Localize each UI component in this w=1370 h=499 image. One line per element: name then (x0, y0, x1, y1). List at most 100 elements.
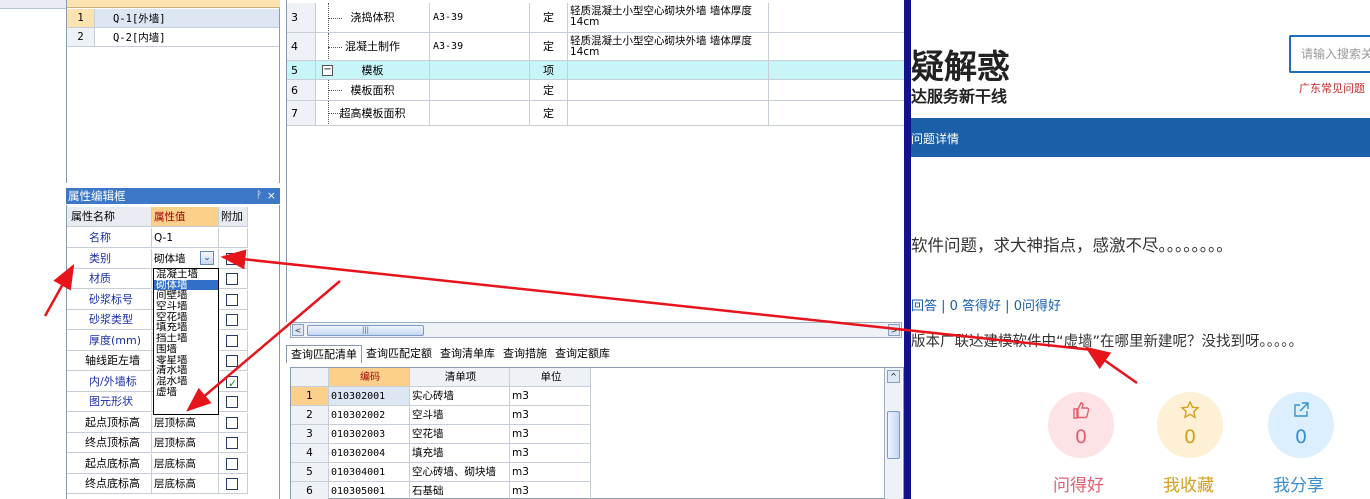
category-dropdown-list[interactable]: 混凝土墙 砌体墙 间壁墙 空斗墙 空花墙 填充墙 挡土墙 围墙 零星墙 清水墙 混水墙 虚墙 (153, 268, 219, 415)
favorite-label[interactable]: 我收藏 (1163, 471, 1214, 496)
property-row[interactable]: 类别 砌体墙 (67, 248, 248, 269)
extra-checkbox[interactable] (226, 478, 238, 490)
quota-row-name-cell: 混凝土制作 (316, 33, 430, 61)
extra-checkbox[interactable] (226, 252, 238, 265)
extra-checkbox[interactable] (226, 355, 238, 367)
property-name: 厚度(mm) (67, 330, 152, 351)
question-stats[interactable]: 回答 | 0 答得好 | 0问得好 (911, 295, 1061, 314)
dropdown-option[interactable]: 清水墙 (154, 365, 218, 376)
bill-row-item: 填充墙 (410, 444, 510, 463)
bill-row[interactable]: 6 010305001 石基础 m3 (291, 482, 591, 499)
tab-match-quota[interactable]: 查询匹配定额 (362, 345, 436, 363)
extra-checkbox[interactable] (226, 293, 238, 306)
collapse-icon[interactable]: − (322, 65, 333, 76)
header-item: 清单项 (410, 368, 510, 387)
nav-item-question-detail[interactable]: 问题详情 (911, 130, 959, 147)
header-property-name: 属性名称 (67, 207, 152, 227)
dropdown-option[interactable]: 混水墙 (154, 376, 218, 387)
component-row[interactable]: 1 Q-1[外墙] (67, 9, 279, 28)
component-row[interactable]: 2 Q-2[内墙] (67, 28, 279, 47)
bill-row[interactable]: 3 010302003 空花墙 m3 (291, 425, 591, 444)
chevron-down-icon[interactable]: ⌄ (200, 251, 214, 265)
bill-row-unit: m3 (510, 463, 591, 482)
quota-row-code: A3-39 (430, 33, 530, 61)
dropdown-option[interactable]: 砌体墙 (154, 279, 218, 291)
bill-row[interactable]: 5 010304001 空心砖墙、砌块墙 m3 (291, 463, 591, 482)
scroll-thumb[interactable] (887, 411, 900, 459)
quota-row-extra (769, 101, 905, 126)
share-button[interactable]: 0 (1268, 392, 1334, 458)
like-button[interactable]: 0 (1048, 392, 1114, 458)
nav-bar: 问题详情 (911, 118, 1370, 157)
quota-row[interactable]: 6 模板面积 定 (287, 80, 905, 101)
header-property-value: 属性值 (152, 207, 219, 227)
web-page: 疑解惑 达服务新干线 请输入搜索关 广东常见问题 问题详情 软件问题，求大神指点… (911, 0, 1370, 499)
property-row[interactable]: 终点底标高 层底标高 (67, 474, 248, 494)
quota-row[interactable]: 4 混凝土制作 A3-39 定轻质混凝土小型空心砌块外墙 墙体厚度 14cm (287, 33, 905, 61)
horizontal-scrollbar[interactable]: < ||| > (290, 322, 902, 338)
property-extra (219, 474, 248, 494)
tab-match-list[interactable]: 查询匹配清单 (286, 345, 362, 363)
bill-row-item: 实心砖墙 (410, 387, 510, 406)
property-value[interactable]: 层底标高 (152, 474, 219, 494)
tab-measures[interactable]: 查询措施 (499, 345, 551, 363)
extra-checkbox[interactable] (226, 437, 238, 449)
bill-row[interactable]: 2 010302002 空斗墙 m3 (291, 406, 591, 425)
dropdown-option[interactable]: 间壁墙 (154, 290, 218, 301)
left-blank-area (0, 0, 66, 499)
property-row[interactable]: 终点顶标高 层顶标高 (67, 433, 248, 453)
tab-list-library[interactable]: 查询清单库 (436, 345, 499, 363)
extra-checkbox[interactable] (226, 334, 238, 347)
bill-row-item: 空斗墙 (410, 406, 510, 425)
extra-checkbox[interactable] (226, 273, 238, 285)
property-value[interactable]: 层顶标高 (152, 433, 219, 453)
scroll-thumb[interactable]: ||| (307, 325, 424, 336)
dropdown-option[interactable]: 挡土墙 (154, 333, 218, 344)
dropdown-option[interactable]: 混凝土墙 (154, 269, 218, 280)
close-icon[interactable]: × (267, 188, 276, 204)
property-extra (219, 330, 248, 351)
bill-row-item: 石基础 (410, 482, 510, 499)
extra-checkbox[interactable] (226, 457, 238, 470)
like-label[interactable]: 问得好 (1053, 471, 1104, 496)
property-row[interactable]: 起点底标高 层底标高 (67, 453, 248, 474)
bill-row[interactable]: 4 010302004 填充墙 m3 (291, 444, 591, 463)
extra-checkbox[interactable] (226, 396, 238, 408)
property-value[interactable]: 层底标高 (152, 453, 219, 474)
property-row[interactable]: 名称 Q-1 (67, 228, 248, 248)
dropdown-option[interactable]: 填充墙 (154, 322, 218, 333)
dropdown-option[interactable]: 围墙 (154, 344, 218, 355)
quota-row[interactable]: 3 浇捣体积 A3-39 定轻质混凝土小型空心砌块外墙 墙体厚度 14cm (287, 3, 905, 33)
vertical-scrollbar[interactable]: ^ (884, 368, 902, 499)
quota-row[interactable]: 5− 模板 项 (287, 61, 905, 80)
share-label[interactable]: 我分享 (1273, 471, 1324, 496)
scroll-up-icon[interactable]: ^ (887, 370, 900, 383)
bill-row-num: 4 (291, 444, 329, 463)
quota-row-extra (769, 80, 905, 101)
tab-quota-library[interactable]: 查询定额库 (551, 345, 614, 363)
extra-checkbox[interactable] (226, 374, 238, 394)
property-value[interactable]: 层顶标高 (152, 412, 219, 433)
quota-row[interactable]: 7 超高模板面积 定 (287, 101, 905, 126)
scroll-right-icon[interactable]: > (888, 324, 900, 336)
extra-checkbox[interactable] (226, 314, 238, 326)
dropdown-option[interactable]: 虚墙 (154, 387, 218, 398)
property-extra (219, 248, 248, 269)
property-extra (219, 392, 248, 412)
dropdown-option[interactable]: 零星墙 (154, 355, 218, 366)
pin-icon[interactable]: ᚹ (256, 188, 262, 204)
hot-topic-link[interactable]: 广东常见问题 (1299, 80, 1365, 96)
dropdown-option[interactable]: 空斗墙 (154, 301, 218, 312)
quota-row-num: 6 (287, 80, 316, 101)
search-input[interactable]: 请输入搜索关 (1289, 35, 1370, 73)
favorite-button[interactable]: 0 (1157, 392, 1223, 458)
scroll-left-icon[interactable]: < (292, 324, 304, 336)
quota-row-num: 5 (287, 61, 316, 80)
quota-row-extra (769, 3, 905, 33)
extra-checkbox[interactable] (226, 416, 238, 429)
bill-row[interactable]: 1 010302001 实心砖墙 m3 (291, 387, 591, 406)
property-value[interactable]: Q-1 (152, 228, 219, 248)
quota-row-desc: 轻质混凝土小型空心砌块外墙 墙体厚度 14cm (568, 33, 769, 61)
dropdown-option[interactable]: 空花墙 (154, 312, 218, 323)
property-row[interactable]: 起点顶标高 层顶标高 (67, 412, 248, 433)
